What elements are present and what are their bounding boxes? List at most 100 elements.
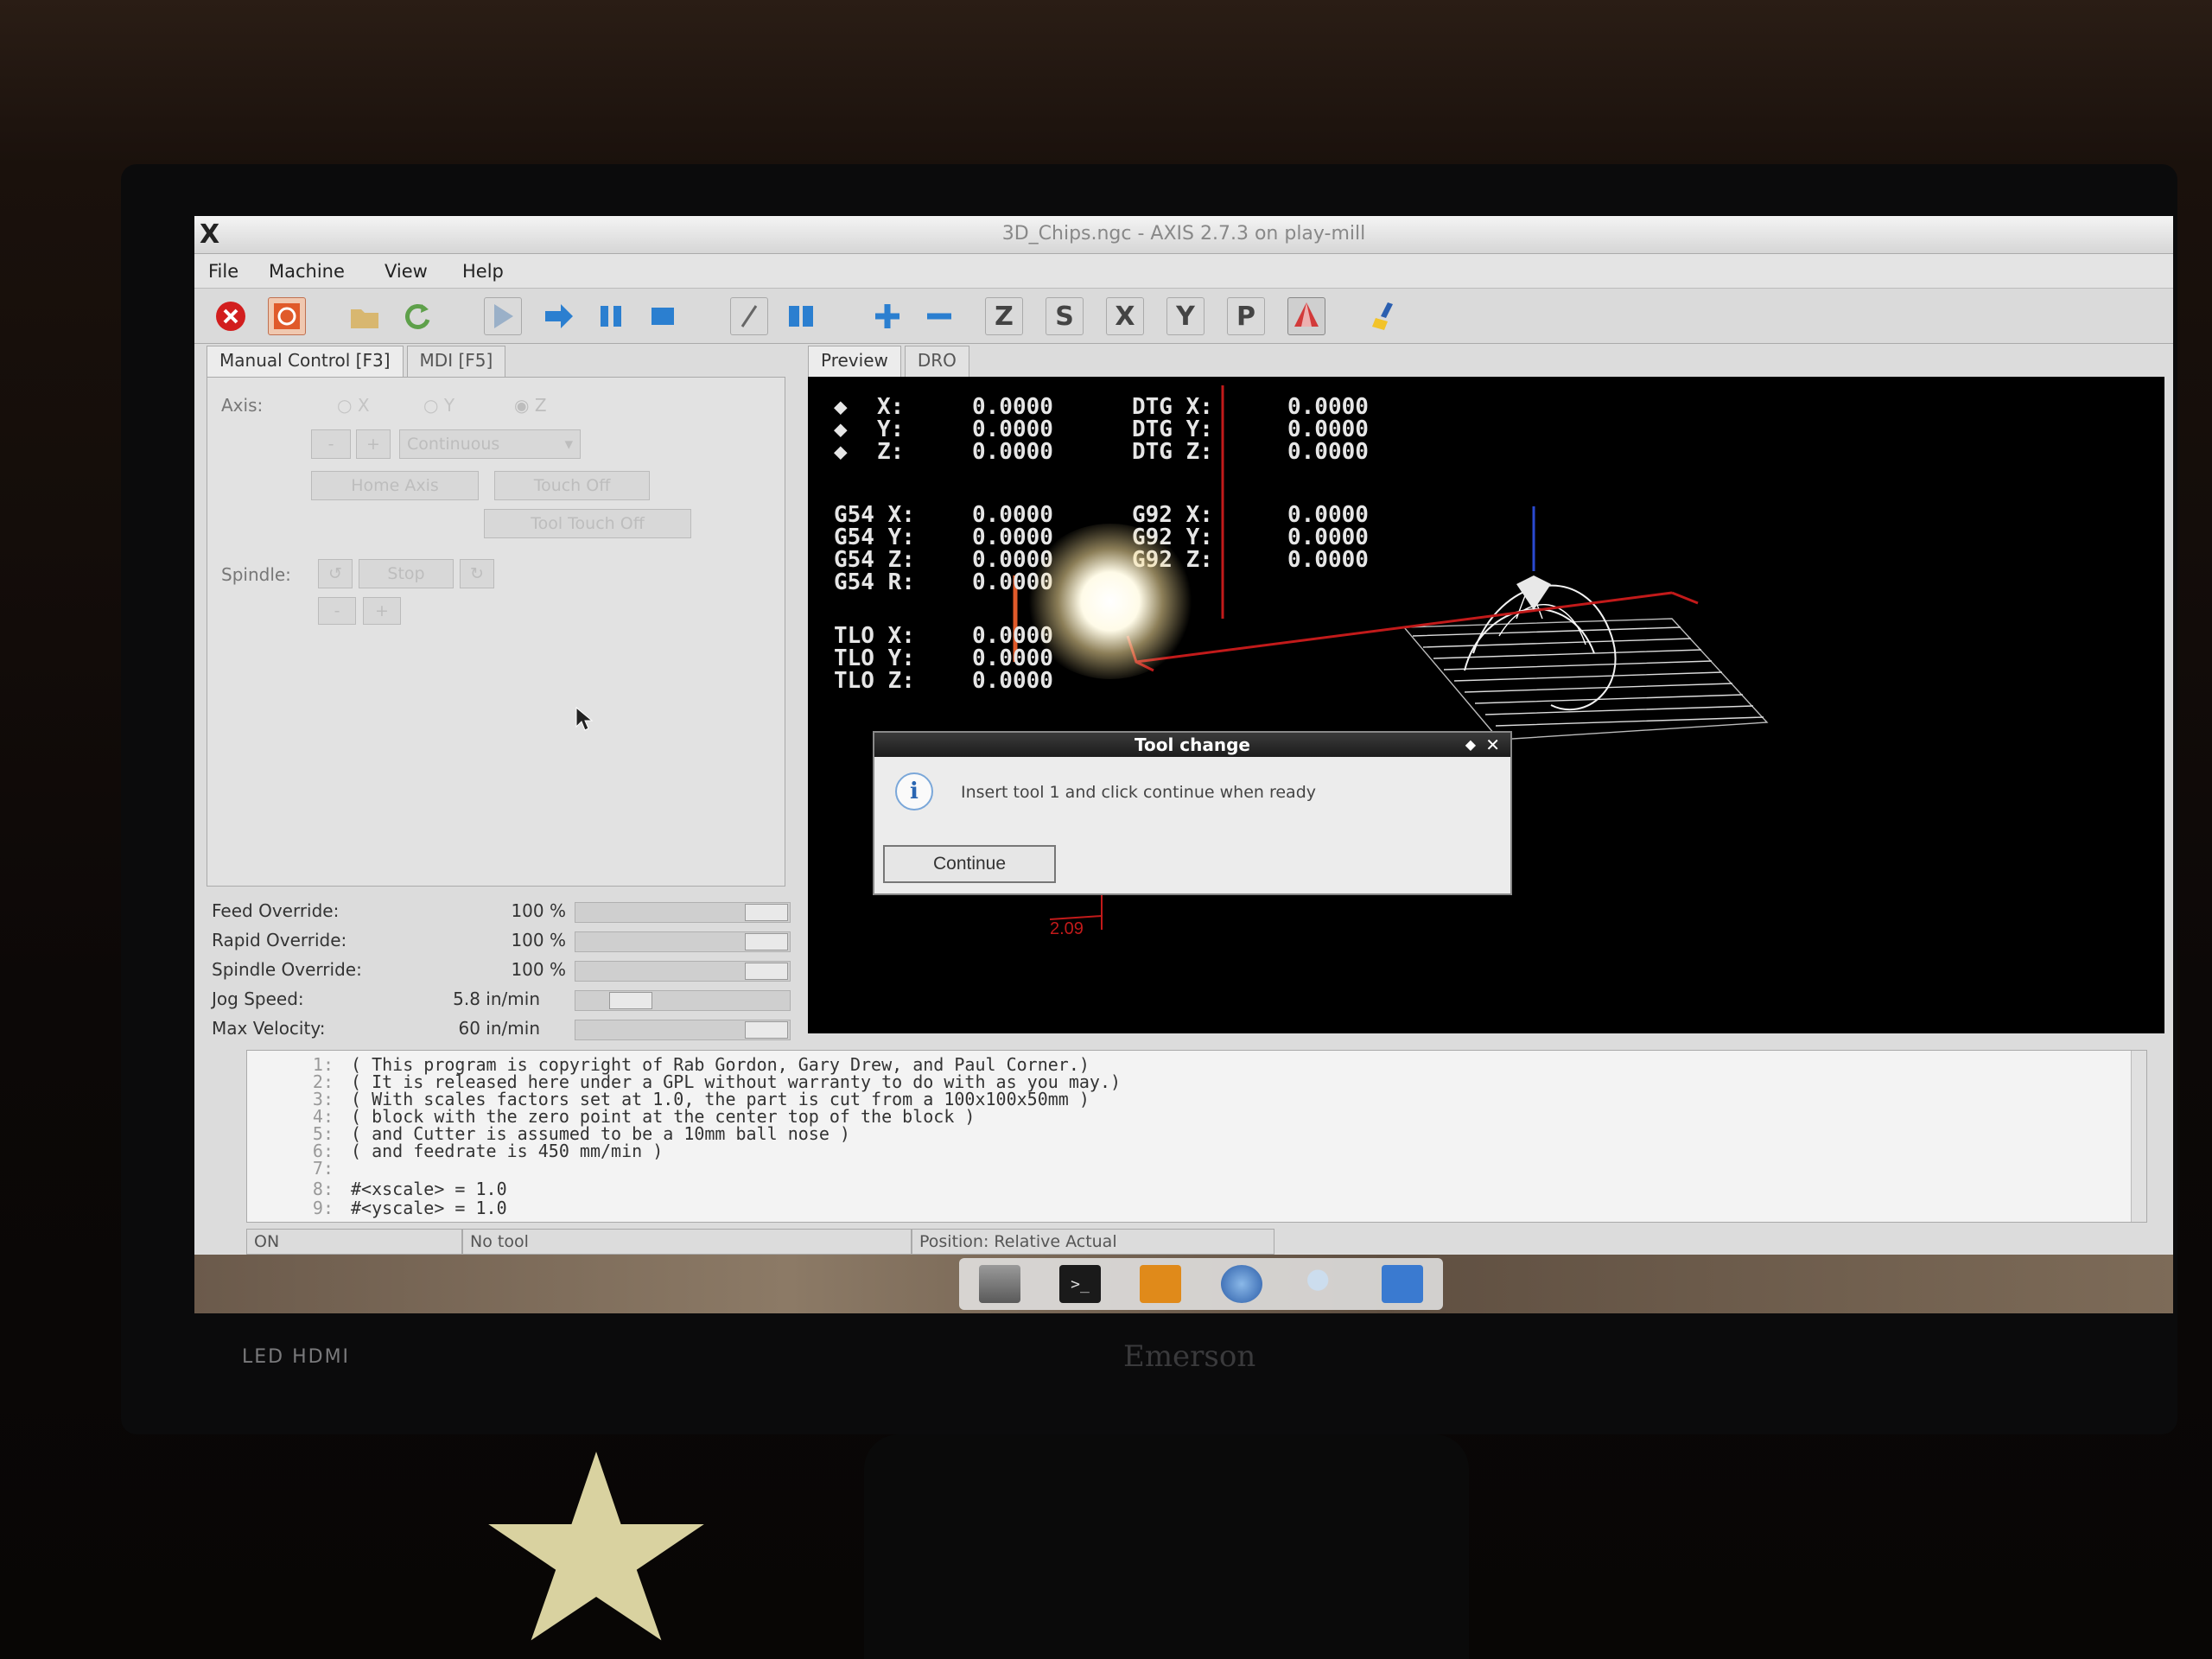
preview-dimension-label: 2.09 [1050,919,1084,938]
gcode-listing[interactable]: 1:( This program is copyright of Rab Gor… [246,1050,2147,1223]
rapid-override-row: Rapid Override: 100 % [212,928,791,956]
stop-button[interactable] [644,297,682,335]
right-tabs: Preview DRO [808,346,973,377]
zoom-out-button[interactable] [920,297,958,335]
view-y-button[interactable]: Y [1166,297,1205,335]
brush-icon [1372,302,1393,330]
line-text: #<yscale> = 1.0 [351,1198,507,1218]
reload-button[interactable] [397,297,435,335]
menu-help[interactable]: Help [462,261,504,282]
spindle-override-slider[interactable] [575,961,791,982]
block-delete-button[interactable] [730,297,768,335]
feed-override-slider[interactable] [575,902,791,923]
tool-change-dialog: Tool change ◆ ✕ i Insert tool 1 and clic… [873,731,1512,895]
axis-radio-x[interactable]: ○ X [337,395,370,416]
menu-view[interactable]: View [385,261,428,282]
jog-increment-select[interactable]: Continuous ▾ [399,429,581,459]
rapid-moves [1126,385,1699,672]
folder-icon [351,309,378,328]
max-velocity-value: 60 in/min [458,1018,541,1039]
menu-file[interactable]: File [208,261,238,282]
search-icon[interactable] [1300,1265,1343,1303]
dro-value: 0.0000 [1287,439,1369,465]
run-button[interactable] [484,297,522,335]
menu-machine[interactable]: Machine [269,261,345,282]
slider-thumb[interactable] [745,963,788,980]
slider-thumb[interactable] [745,1021,788,1039]
line-text: #<xscale> = 1.0 [351,1179,507,1199]
feed-override-label: Feed Override: [212,900,340,921]
menubar: File Machine View Help [194,254,2173,289]
dro-value: 0.0000 [1287,547,1369,573]
machine-state: ON [246,1229,462,1255]
max-velocity-slider[interactable] [575,1020,791,1040]
home-axis-button[interactable]: Home Axis [311,471,479,500]
files-icon[interactable] [1140,1265,1182,1303]
dro-value: 0.0000 [972,668,1053,694]
spindle-override-label: Spindle Override: [212,959,362,980]
dialog-titlebar[interactable]: Tool change ◆ ✕ [874,733,1510,757]
dro-label: DTG Z: [1132,439,1213,465]
reload-icon [405,304,430,329]
slider-thumb[interactable] [609,992,652,1009]
step-button[interactable] [540,297,578,335]
optional-stop-button[interactable] [782,297,820,335]
machine-power-button[interactable] [268,297,306,335]
manual-control-panel: Axis: ○ X ○ Y ◉ Z - + Continuous ▾ Home … [207,377,785,887]
dialog-close-icon[interactable]: ✕ [1485,733,1500,757]
screen: X 3D_Chips.ngc - AXIS 2.7.3 on play-mill… [194,216,2173,1313]
axis-radio-y[interactable]: ○ Y [423,395,454,416]
play-icon [494,304,513,328]
clear-plot-button[interactable] [1365,297,1403,335]
view-z2-button[interactable]: S [1046,297,1084,335]
code-scrollbar[interactable] [2131,1051,2146,1222]
plus-icon [875,304,899,328]
slider-thumb[interactable] [745,904,788,921]
estop-button[interactable] [212,297,250,335]
tab-preview[interactable]: Preview [808,346,901,377]
tool-touch-off-button[interactable]: Tool Touch Off [484,509,691,538]
toggle-tool-button[interactable] [1287,297,1325,335]
mouse-cursor-icon [575,706,594,731]
jog-plus-button[interactable]: + [356,429,391,459]
drive-icon[interactable] [978,1265,1020,1303]
spindle-override-row: Spindle Override: 100 % [212,957,791,985]
zoom-in-button[interactable] [868,297,906,335]
folder-icon[interactable] [1382,1265,1424,1303]
spindle-cw-button[interactable]: ↻ [460,559,494,588]
rotate-cw-icon: ↻ [470,564,484,583]
monitor-badge: LED HDMI [242,1346,351,1368]
open-file-button[interactable] [346,297,384,335]
spindle-slower-button[interactable]: - [318,597,356,625]
rapid-override-slider[interactable] [575,931,791,952]
browser-icon[interactable] [1220,1265,1262,1303]
jog-speed-slider[interactable] [575,990,791,1011]
jog-increment-value: Continuous [407,435,500,454]
stop-icon [652,308,674,325]
spindle-faster-button[interactable]: + [363,597,401,625]
dialog-maximize-icon[interactable]: ◆ [1465,733,1476,757]
window-titlebar[interactable]: X 3D_Chips.ngc - AXIS 2.7.3 on play-mill [194,216,2173,254]
preview-canvas[interactable]: 2.09 ◆ ◆ ◆ X: Y: Z: 0.0000 0.0000 0.0000… [808,377,2164,1033]
axis-radio-z-label: Z [534,395,547,416]
tool-cone [1516,506,1551,610]
axis-radio-z[interactable]: ◉ Z [514,395,547,416]
view-x-button[interactable]: X [1106,297,1144,335]
touch-off-button[interactable]: Touch Off [494,471,650,500]
spindle-ccw-button[interactable]: ↺ [318,559,353,588]
spindle-stop-button[interactable]: Stop [359,559,454,588]
pause-button[interactable] [592,297,630,335]
view-z-button[interactable]: Z [985,297,1023,335]
continue-button[interactable]: Continue [883,845,1056,883]
jog-speed-value: 5.8 in/min [453,988,540,1009]
tab-dro[interactable]: DRO [904,346,969,377]
jog-minus-button[interactable]: - [311,429,351,459]
slider-thumb[interactable] [745,933,788,950]
terminal-icon[interactable]: >_ [1058,1265,1101,1303]
view-p-button[interactable]: P [1227,297,1265,335]
monitor-brand: Emerson [1123,1339,1256,1374]
tab-mdi[interactable]: MDI [F5] [406,346,506,377]
tab-manual-control[interactable]: Manual Control [F3] [207,346,404,377]
toolpath-plot: 2.09 [1013,385,1769,938]
dro-pos-icon: ◆ [834,439,848,465]
